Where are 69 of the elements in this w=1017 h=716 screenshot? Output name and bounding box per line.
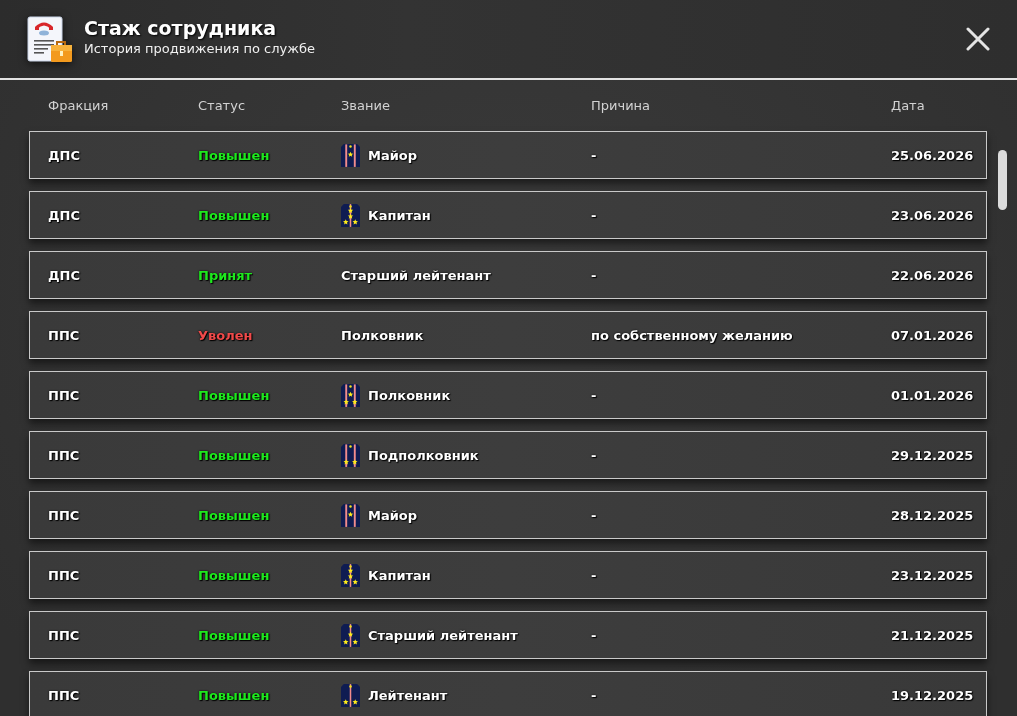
shoulder-strap-icon [341,443,360,467]
rank-text: Капитан [368,567,431,583]
date-text: 28.12.2025 [891,507,975,523]
shoulder-strap-icon [341,623,360,647]
status-text: Повышен [198,627,271,643]
shoulder-strap-icon [341,143,360,167]
reason-text: - [591,507,598,523]
rank-text: Майор [368,507,418,523]
reason-text: - [591,687,598,703]
status-text: Повышен [198,147,271,163]
shoulder-strap-icon [341,383,360,407]
status-text: Повышен [198,567,271,583]
column-header: Статус [198,98,247,113]
rank-text: Подполковник [368,447,479,463]
status-text: Уволен [198,327,254,343]
date-text: 07.01.2026 [891,327,975,343]
close-icon [966,27,990,51]
status-text: Повышен [198,387,271,403]
reason-text: - [591,267,598,283]
column-header: Фракция [48,98,110,113]
reason-text: - [591,147,598,163]
faction-text: ППС [48,687,81,703]
faction-text: ППС [48,327,81,343]
window-subtitle: История продвижения по службе [84,40,316,58]
rank-text: Старший лейтенант [368,627,518,643]
rank-text: Старший лейтенант [341,267,491,283]
status-text: Повышен [198,207,271,223]
date-text: 01.01.2026 [891,387,975,403]
column-header: Звание [341,98,391,113]
rank-text: Майор [368,147,418,163]
shoulder-strap-icon [341,503,360,527]
faction-text: ППС [48,627,81,643]
faction-text: ППС [48,567,81,583]
date-text: 29.12.2025 [891,447,975,463]
reason-text: - [591,387,598,403]
shoulder-strap-icon [341,683,360,707]
status-text: Принят [198,267,254,283]
faction-text: ППС [48,507,81,523]
faction-text: ДПС [48,267,81,283]
close-button[interactable] [965,26,991,52]
shoulder-strap-icon [341,563,360,587]
status-text: Повышен [198,687,271,703]
faction-text: ДПС [48,207,81,223]
reason-text: - [591,627,598,643]
column-header: Причина [591,98,652,113]
window-title: Стаж сотрудника [84,16,278,40]
rank-text: Лейтенант [368,687,448,703]
faction-text: ППС [48,447,81,463]
column-header: Дата [891,98,926,113]
date-text: 19.12.2025 [891,687,975,703]
shoulder-strap-icon [341,203,360,227]
reason-text: - [591,207,598,223]
date-text: 23.06.2026 [891,207,975,223]
reason-text: - [591,567,598,583]
date-text: 21.12.2025 [891,627,975,643]
status-text: Повышен [198,447,271,463]
rank-text: Капитан [368,207,431,223]
date-text: 23.12.2025 [891,567,975,583]
date-text: 25.06.2026 [891,147,975,163]
rank-text: Полковник [341,327,424,343]
date-text: 22.06.2026 [891,267,975,283]
status-text: Повышен [198,507,271,523]
faction-text: ДПС [48,147,81,163]
scrollbar-thumb[interactable] [998,150,1007,210]
reason-text: по собственному желанию [591,327,794,343]
document-briefcase-icon [27,16,73,64]
reason-text: - [591,447,598,463]
rank-text: Полковник [368,387,451,403]
faction-text: ППС [48,387,81,403]
